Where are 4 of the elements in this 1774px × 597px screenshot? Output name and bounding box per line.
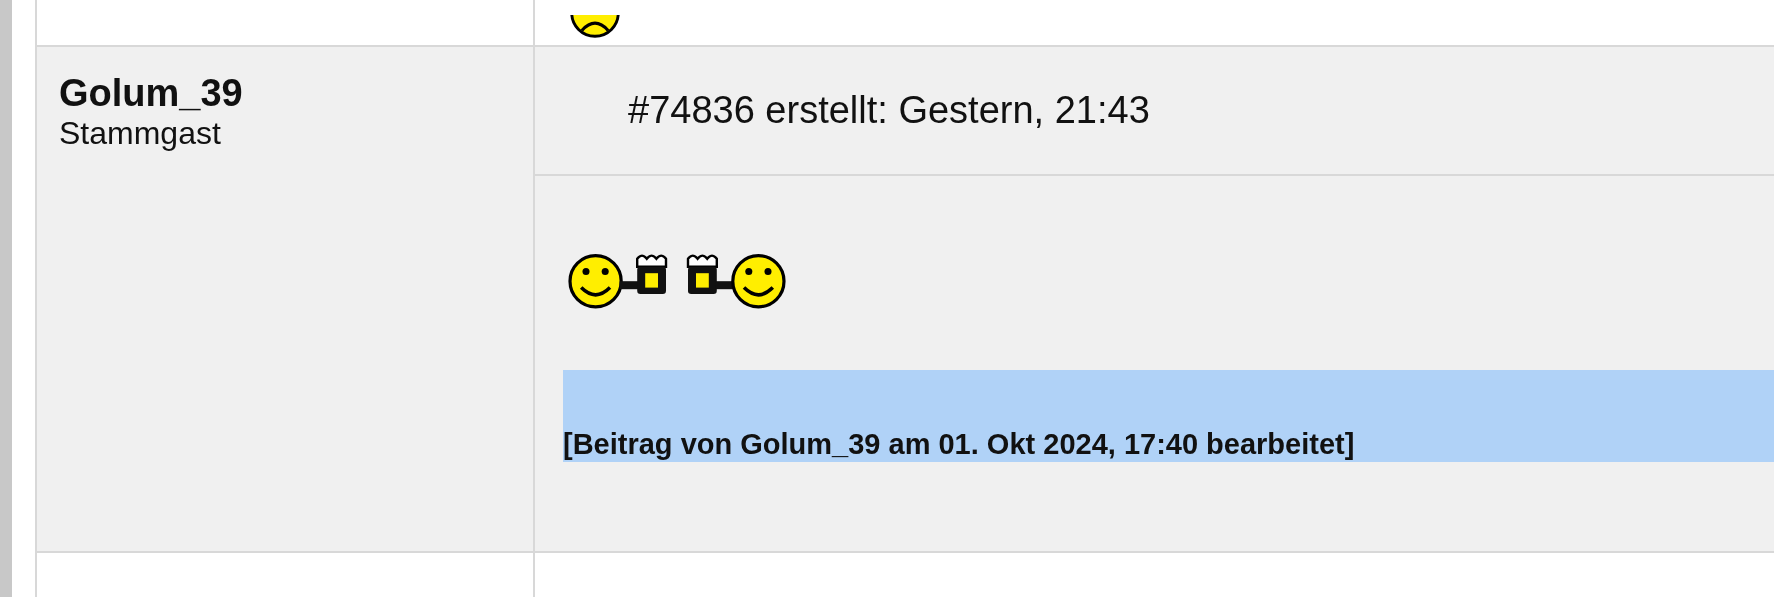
user-rank: Stammgast [59, 115, 221, 151]
post-header: #74836 erstellt: Gestern, 21:43 [628, 88, 1150, 133]
author-name: Golum_39 [59, 71, 243, 115]
edit-note: [Beitrag von Golum_39 am 01. Okt 2024, 17:40 bearbeitet] [563, 370, 1774, 462]
